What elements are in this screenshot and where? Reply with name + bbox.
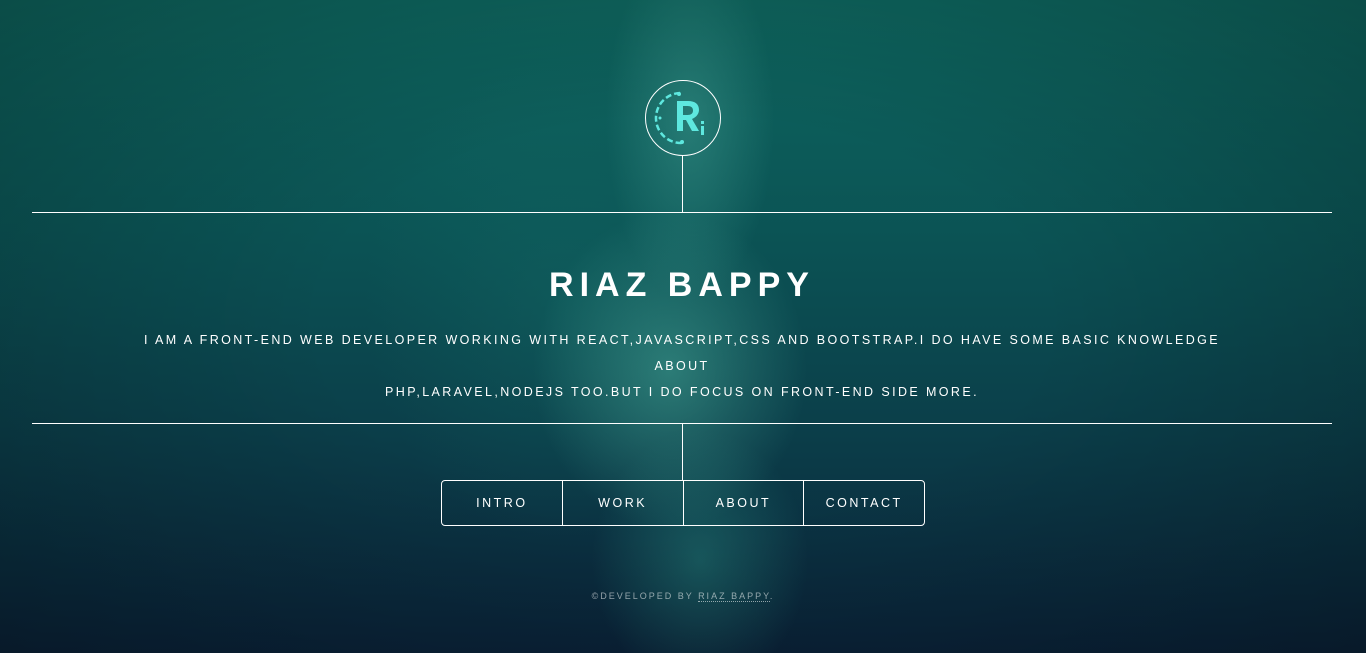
intro-section: RIAZ BAPPY I am a front-end web develope… xyxy=(32,212,1332,424)
connector-line-top xyxy=(682,156,683,212)
description-line-1: I am a front-end web developer working w… xyxy=(143,333,1221,373)
footer: ©DEVELOPED BY RIAZ BAPPY. xyxy=(0,591,1366,602)
nav-item-intro[interactable]: INTRO xyxy=(442,481,562,525)
page-title: RIAZ BAPPY xyxy=(549,266,815,304)
connector-line-bottom xyxy=(682,424,683,481)
site-logo[interactable] xyxy=(645,80,721,156)
ri-monogram-logo-icon xyxy=(654,91,704,145)
footer-suffix: . xyxy=(769,591,775,601)
description-line-2: php,laravel,nodejs too.But I do focus on… xyxy=(385,385,979,399)
footer-prefix: ©DEVELOPED BY xyxy=(591,591,699,601)
intro-description: I am a front-end web developer working w… xyxy=(132,327,1232,405)
main-nav: INTRO WORK ABOUT CONTACT xyxy=(441,480,925,526)
nav-item-about[interactable]: ABOUT xyxy=(682,481,804,525)
footer-author-link[interactable]: RIAZ BAPPY xyxy=(698,591,770,602)
nav-item-work[interactable]: WORK xyxy=(561,481,683,525)
nav-item-contact[interactable]: CONTACT xyxy=(803,481,924,525)
